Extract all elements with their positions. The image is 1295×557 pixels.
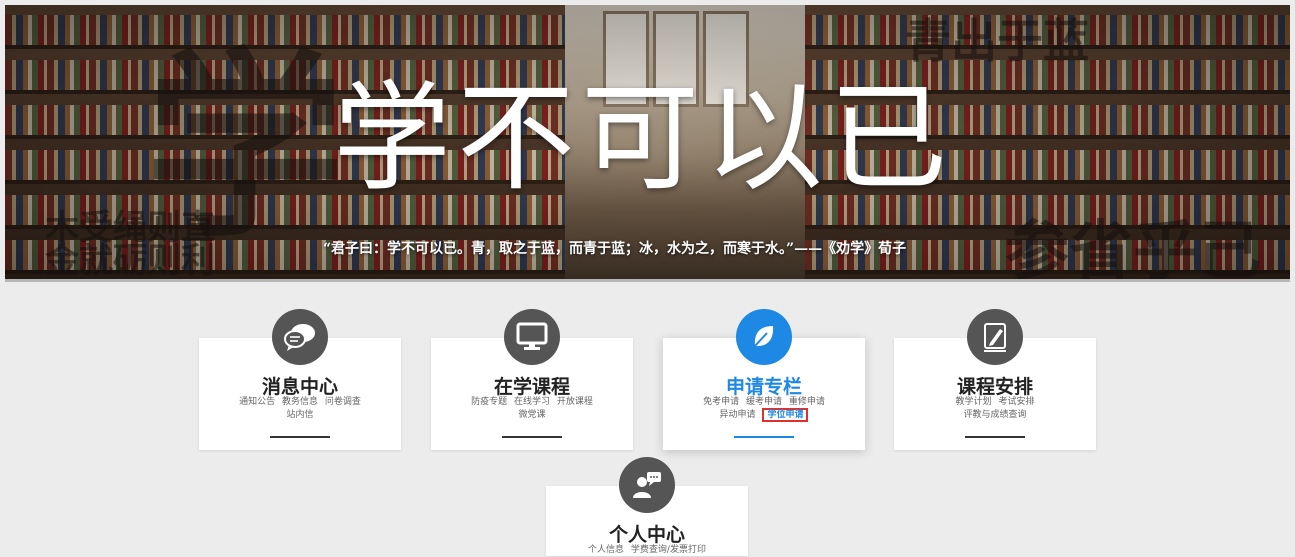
link-exam-exemption[interactable]: 免考申请 xyxy=(703,397,739,407)
chat-bubbles-icon xyxy=(272,309,328,365)
link-survey[interactable]: 问卷调查 xyxy=(325,397,361,407)
card-message-center[interactable]: 消息中心 通知公告 教务信息 问卷调查 站内信 xyxy=(199,309,401,450)
link-retake[interactable]: 重修申请 xyxy=(789,397,825,407)
hero-banner: 学 木受绳则直 金就砺则利 青出于蓝 参省乎己 学不可以已 “君子曰：学不可以已… xyxy=(5,5,1290,279)
link-personal-info[interactable]: 个人信息 xyxy=(588,545,624,555)
link-epidemic-topic[interactable]: 防疫专题 xyxy=(471,397,507,407)
link-status-change[interactable]: 异动申请 xyxy=(720,410,756,420)
link-academic-info[interactable]: 教务信息 xyxy=(282,397,318,407)
link-online-learning[interactable]: 在线学习 xyxy=(514,397,550,407)
card-title: 个人中心 xyxy=(608,524,685,546)
card-underline xyxy=(734,436,794,438)
link-exam-schedule[interactable]: 考试安排 xyxy=(998,397,1034,407)
link-party-micro-course[interactable]: 微党课 xyxy=(518,410,545,420)
link-tuition-invoice[interactable]: 学费查询/发票打印 xyxy=(631,545,706,555)
link-degree-application[interactable]: 学位申请 xyxy=(762,408,809,422)
card-applications[interactable]: 申请专栏 免考申请 缓考申请 重修申请 异动申请 学位申请 xyxy=(663,309,865,450)
link-exam-deferral[interactable]: 缓考申请 xyxy=(746,397,782,407)
card-links: 防疫专题 在线学习 开放课程 微党课 xyxy=(441,396,623,422)
leaf-icon xyxy=(736,309,792,365)
calligraphy-left-bottom-2: 金就砺则利 xyxy=(45,241,215,279)
pencil-icon xyxy=(967,309,1023,365)
calligraphy-right-bottom: 参省乎己 xyxy=(1005,214,1261,279)
link-inbox[interactable]: 站内信 xyxy=(286,410,313,420)
card-title: 课程安排 xyxy=(956,376,1033,398)
link-notices[interactable]: 通知公告 xyxy=(239,397,275,407)
banner-divider xyxy=(5,279,1290,282)
banner-title: 学不可以已 xyxy=(333,69,954,207)
card-links: 通知公告 教务信息 问卷调查 站内信 xyxy=(209,396,391,422)
card-current-courses[interactable]: 在学课程 防疫专题 在线学习 开放课程 微党课 xyxy=(431,309,633,450)
card-underline xyxy=(502,436,562,438)
card-links: 免考申请 缓考申请 重修申请 异动申请 学位申请 xyxy=(673,396,855,422)
card-course-schedule[interactable]: 课程安排 教学计划 考试安排 评教与成绩查询 xyxy=(894,309,1096,450)
card-underline xyxy=(965,436,1025,438)
card-title: 消息中心 xyxy=(261,376,338,398)
card-links: 个人信息 学费查询/发票打印 xyxy=(556,544,738,557)
link-evaluation-grades[interactable]: 评教与成绩查询 xyxy=(963,410,1026,420)
link-open-courses[interactable]: 开放课程 xyxy=(557,397,593,407)
user-message-icon xyxy=(619,457,675,513)
link-teaching-plan[interactable]: 教学计划 xyxy=(956,397,992,407)
calligraphy-right-top: 青出于蓝 xyxy=(905,14,1089,68)
monitor-icon xyxy=(504,309,560,365)
card-personal-center[interactable]: 个人中心 个人信息 学费查询/发票打印 xyxy=(546,457,748,557)
card-links: 教学计划 考试安排 评教与成绩查询 xyxy=(904,396,1086,422)
card-underline xyxy=(270,436,330,438)
card-title: 在学课程 xyxy=(493,376,570,398)
card-title: 申请专栏 xyxy=(725,376,802,398)
banner-quote: “君子曰：学不可以已。青，取之于蓝，而青于蓝；冰，水为之，而寒于水。”——《劝学… xyxy=(323,241,907,257)
